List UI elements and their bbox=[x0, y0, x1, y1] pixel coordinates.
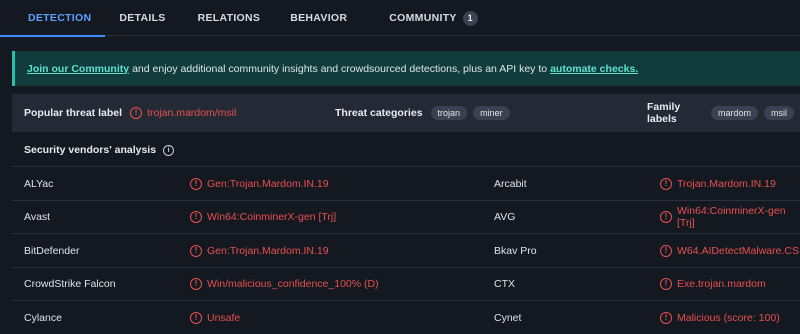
family-labels-title: Family labels bbox=[647, 101, 681, 125]
alert-icon: ! bbox=[190, 278, 202, 291]
vendor-name: Avast bbox=[24, 211, 51, 224]
result-text: Unsafe bbox=[207, 311, 241, 324]
community-banner: Join our Community and enjoy additional … bbox=[12, 51, 800, 86]
tab-community[interactable]: COMMUNITY 1 bbox=[361, 0, 491, 36]
vendor-result: ! Exe.trojan.mardom bbox=[660, 268, 766, 302]
vendor-result: ! Malicious (score: 100) bbox=[660, 301, 780, 334]
tab-label: COMMUNITY bbox=[389, 12, 457, 24]
vendor-name: Arcabit bbox=[494, 177, 527, 190]
vendor-result: ! Unsafe bbox=[190, 301, 240, 334]
result-text: Gen:Trojan.Mardom.IN.19 bbox=[207, 244, 329, 257]
tab-label: RELATIONS bbox=[197, 12, 261, 24]
tab-details[interactable]: DETAILS bbox=[105, 0, 179, 36]
tab-label: DETECTION bbox=[28, 12, 92, 24]
vendor-name: Cynet bbox=[494, 311, 522, 324]
alert-icon: ! bbox=[190, 177, 202, 190]
result-text: Gen:Trojan.Mardom.IN.19 bbox=[207, 177, 329, 190]
vendor-name: CTX bbox=[494, 278, 515, 291]
vendor-result: ! Trojan.Mardom.IN.19 bbox=[660, 167, 776, 201]
tab-label: DETAILS bbox=[119, 12, 166, 24]
result-text: W64.AIDetectMalware.CS bbox=[677, 244, 799, 257]
result-text: Win64:CoinminerX-gen [Trj] bbox=[207, 211, 337, 224]
alert-icon: ! bbox=[190, 244, 202, 257]
vendor-result: ! Gen:Trojan.Mardom.IN.19 bbox=[190, 167, 329, 201]
threat-label-text: trojan.mardom/msil bbox=[147, 107, 237, 119]
vendor-result: ! Win64:CoinminerX-gen [Trj] bbox=[190, 201, 336, 235]
vendor-name: ALYac bbox=[24, 177, 54, 190]
community-count-badge: 1 bbox=[462, 10, 478, 26]
tab-label: BEHAVIOR bbox=[290, 12, 348, 24]
alert-icon: ! bbox=[660, 211, 672, 224]
alert-icon: ! bbox=[660, 278, 672, 291]
automate-checks-link[interactable]: automate checks. bbox=[550, 63, 638, 75]
popular-threat-label: Popular threat label ! trojan.mardom/msi… bbox=[24, 94, 236, 132]
vendor-result: ! Win64:CoinminerX-gen [Trj] bbox=[660, 201, 800, 235]
table-row: CrowdStrike Falcon ! Win/malicious_confid… bbox=[12, 266, 800, 302]
family-chip[interactable]: msil bbox=[764, 106, 794, 120]
alert-icon: ! bbox=[660, 177, 672, 190]
table-row: BitDefender ! Gen:Trojan.Mardom.IN.19 Bka… bbox=[12, 233, 800, 267]
join-community-link[interactable]: Join our Community bbox=[27, 63, 129, 75]
table-row: ALYac ! Gen:Trojan.Mardom.IN.19 Arcabit !… bbox=[12, 166, 800, 200]
banner-text: and enjoy additional community insights … bbox=[132, 62, 548, 75]
info-icon[interactable]: i bbox=[163, 144, 175, 156]
vendor-result: ! Win/malicious_confidence_100% (D) bbox=[190, 268, 379, 302]
popular-threat-label-value: ! trojan.mardom/msil bbox=[130, 107, 236, 119]
alert-icon: ! bbox=[660, 244, 672, 257]
threat-categories: Threat categories trojan miner bbox=[335, 94, 516, 132]
result-text: Exe.trojan.mardom bbox=[677, 278, 766, 291]
vendor-table: ALYac ! Gen:Trojan.Mardom.IN.19 Arcabit !… bbox=[12, 166, 800, 334]
tab-bar: DETECTION DETAILS RELATIONS BEHAVIOR COM… bbox=[0, 0, 800, 37]
vendor-name: BitDefender bbox=[24, 244, 80, 257]
alert-icon: ! bbox=[130, 107, 143, 119]
category-chip[interactable]: trojan bbox=[430, 106, 468, 120]
family-chip[interactable]: mardom bbox=[710, 106, 758, 120]
section-title-text: Security vendors' analysis bbox=[24, 144, 157, 156]
result-text: Win64:CoinminerX-gen [Trj] bbox=[677, 205, 786, 230]
vendor-name: Cylance bbox=[24, 311, 62, 324]
category-chip[interactable]: miner bbox=[473, 106, 510, 120]
table-row: Avast ! Win64:CoinminerX-gen [Trj] AVG ! W… bbox=[12, 199, 800, 235]
result-text: Win/malicious_confidence_100% (D) bbox=[207, 278, 379, 291]
threat-categories-title: Threat categories bbox=[335, 107, 423, 119]
alert-icon: ! bbox=[190, 311, 202, 324]
vendor-name: AVG bbox=[494, 211, 516, 224]
popular-threat-label-title: Popular threat label bbox=[24, 107, 123, 119]
result-text: Trojan.Mardom.IN.19 bbox=[677, 177, 776, 190]
threat-summary: Popular threat label ! trojan.mardom/msi… bbox=[12, 94, 800, 132]
alert-icon: ! bbox=[660, 311, 672, 324]
vendor-name: CrowdStrike Falcon bbox=[24, 278, 116, 291]
tab-detection[interactable]: DETECTION bbox=[0, 0, 106, 37]
vendor-result: ! W64.AIDetectMalware.CS bbox=[660, 234, 799, 268]
table-row: Cylance ! Unsafe Cynet ! Malicious (score:… bbox=[12, 300, 800, 334]
result-text: Malicious (score: 100) bbox=[677, 311, 780, 324]
vendor-name: Bkav Pro bbox=[494, 244, 537, 257]
family-labels: Family labels mardom msil bbox=[647, 94, 800, 132]
alert-icon: ! bbox=[190, 211, 202, 224]
section-title: Security vendors' analysis i bbox=[12, 136, 800, 164]
vendor-result: ! Gen:Trojan.Mardom.IN.19 bbox=[190, 234, 329, 268]
tab-relations[interactable]: RELATIONS bbox=[180, 0, 275, 36]
tab-behavior[interactable]: BEHAVIOR bbox=[274, 0, 361, 36]
